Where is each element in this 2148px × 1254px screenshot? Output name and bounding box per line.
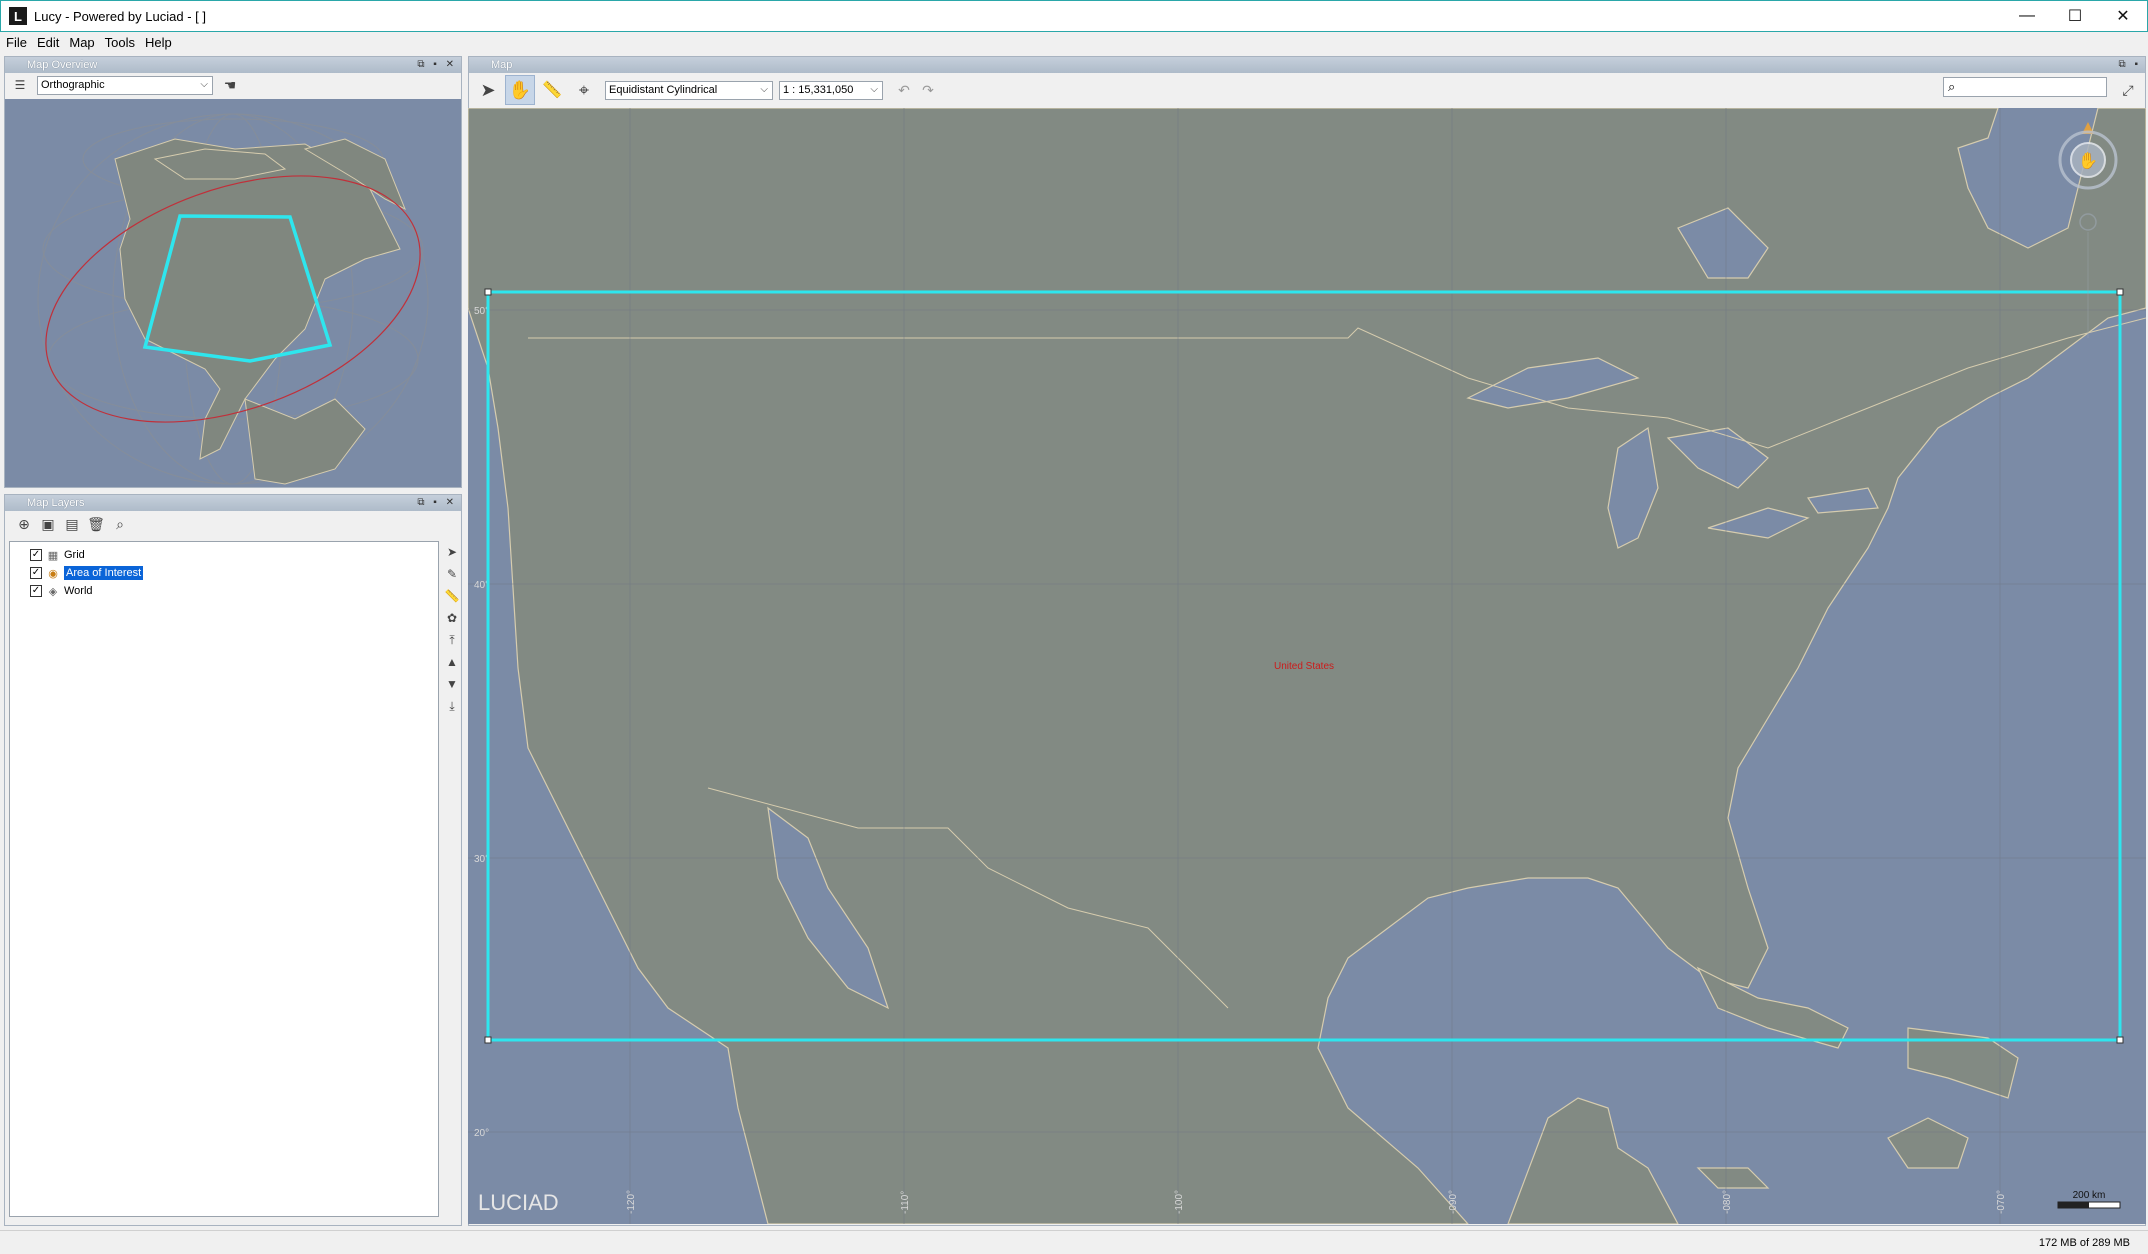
map-layers-title: Map Layers bbox=[27, 497, 85, 509]
redo-icon[interactable]: ↷ bbox=[917, 79, 939, 101]
new-layer-icon[interactable]: ▤ bbox=[61, 513, 83, 535]
panel-controls[interactable]: ⧉ ▪ bbox=[2119, 57, 2141, 73]
edit-icon[interactable]: ✎ bbox=[442, 563, 462, 585]
map-layers-header: Map Layers ⧉ ▪ ✕ bbox=[5, 495, 461, 511]
overview-projection-value: Orthographic bbox=[41, 79, 105, 91]
move-down-icon[interactable]: ▼ bbox=[442, 673, 462, 695]
lon-label: -090° bbox=[1448, 1190, 1459, 1214]
map-overview-header: Map Overview ⧉ ▪ ✕ bbox=[5, 57, 461, 73]
map-scale-value: 1 : 15,331,050 bbox=[783, 84, 854, 96]
app-icon: L bbox=[9, 7, 27, 25]
ruler-icon[interactable]: 📏 bbox=[442, 585, 462, 607]
measure-ruler-icon[interactable]: 📏 bbox=[537, 75, 567, 105]
map-overview-title: Map Overview bbox=[27, 59, 98, 71]
panel-controls[interactable]: ⧉ ▪ ✕ bbox=[417, 495, 457, 511]
chevron-down-icon: ⌵ bbox=[760, 83, 768, 95]
target-icon[interactable]: ⌖ bbox=[569, 75, 599, 105]
open-layer-icon[interactable]: ▣ bbox=[37, 513, 59, 535]
map-layers-panel: Map Layers ⧉ ▪ ✕ ⊕ ▣ ▤ 🗑 ⌕ ✓ ▦ Grid ✓ ◉ … bbox=[4, 494, 462, 1226]
move-top-icon[interactable]: ⤒ bbox=[442, 629, 462, 651]
map-canvas[interactable]: 50° 40° 30° 20° -120° -110° -100° -090° … bbox=[468, 108, 2146, 1224]
overview-projection-select[interactable]: Orthographic ⌵ bbox=[37, 75, 213, 95]
lon-label: -120° bbox=[626, 1190, 637, 1214]
grid-layer-icon: ▦ bbox=[47, 549, 59, 562]
overview-hand-icon[interactable]: ☚ bbox=[219, 74, 241, 96]
country-label: United States bbox=[1274, 661, 1334, 672]
layers-tree[interactable]: ✓ ▦ Grid ✓ ◉ Area of Interest ✓ ◈ World bbox=[9, 541, 439, 1217]
map-projection-select[interactable]: Equidistant Cylindrical ⌵ bbox=[605, 80, 773, 100]
pan-hand-icon[interactable]: ✋ bbox=[505, 75, 535, 105]
map-projection-value: Equidistant Cylindrical bbox=[609, 84, 718, 96]
checkbox-icon[interactable]: ✓ bbox=[30, 585, 42, 597]
pan-hand-icon: ✋ bbox=[2078, 151, 2098, 170]
menu-map[interactable]: Map bbox=[64, 35, 99, 50]
layer-row-grid[interactable]: ✓ ▦ Grid bbox=[10, 546, 438, 564]
minimize-button[interactable]: — bbox=[2003, 1, 2051, 31]
lon-label: -100° bbox=[1174, 1190, 1185, 1214]
select-arrow-icon[interactable]: ➤ bbox=[473, 75, 503, 105]
lon-label: -080° bbox=[1722, 1190, 1733, 1214]
zoom-layer-icon[interactable]: ⌕ bbox=[109, 513, 131, 535]
aoi-handle bbox=[2116, 288, 2124, 296]
map-title: Map bbox=[491, 59, 513, 71]
overview-list-icon[interactable]: ☰ bbox=[9, 74, 31, 96]
menu-edit[interactable]: Edit bbox=[32, 35, 64, 50]
shape-layer-icon: ◉ bbox=[48, 567, 58, 580]
search-icon: ⌕ bbox=[1948, 79, 1956, 94]
checkbox-icon[interactable]: ✓ bbox=[30, 549, 42, 561]
lon-label: -110° bbox=[900, 1191, 911, 1214]
select-icon[interactable]: ➤ bbox=[442, 541, 462, 563]
layer-label: World bbox=[64, 585, 93, 597]
panel-controls[interactable]: ⧉ ▪ ✕ bbox=[417, 57, 457, 73]
layer-label: Area of Interest bbox=[64, 566, 144, 580]
map-toolbar: ➤ ✋ 📏 ⌖ Equidistant Cylindrical ⌵ 1 : 15… bbox=[469, 73, 2145, 107]
maximize-button[interactable]: ☐ bbox=[2051, 1, 2099, 31]
close-button[interactable]: ✕ bbox=[2099, 1, 2147, 31]
layers-side-tools: ➤ ✎ 📏 ✿ ⤒ ▲ ▼ ⤓ bbox=[441, 541, 463, 1217]
move-up-icon[interactable]: ▲ bbox=[442, 651, 462, 673]
map-scale-select[interactable]: 1 : 15,331,050 ⌵ bbox=[779, 80, 883, 100]
overview-toolbar: ☰ Orthographic ⌵ ☚ bbox=[5, 73, 461, 97]
aoi-handle bbox=[2116, 1036, 2124, 1044]
chevron-down-icon: ⌵ bbox=[200, 78, 208, 90]
luciad-logo: LUCIAD bbox=[478, 1190, 559, 1215]
lat-label: 20° bbox=[474, 1128, 489, 1139]
status-bar: 172 MB of 289 MB bbox=[0, 1230, 2148, 1254]
aoi-handle bbox=[484, 1036, 492, 1044]
layer-row-world[interactable]: ✓ ◈ World bbox=[10, 582, 438, 600]
window-title: Lucy - Powered by Luciad - [ ] bbox=[34, 8, 206, 24]
checkbox-icon[interactable]: ✓ bbox=[30, 567, 42, 579]
add-layer-icon[interactable]: ⊕ bbox=[13, 513, 35, 535]
title-bar: L Lucy - Powered by Luciad - [ ] — ☐ ✕ bbox=[0, 0, 2148, 32]
menu-file[interactable]: File bbox=[0, 35, 32, 50]
map-header: Map ⧉ ▪ bbox=[469, 57, 2145, 73]
menu-tools[interactable]: Tools bbox=[100, 35, 140, 50]
menu-help[interactable]: Help bbox=[140, 35, 177, 50]
map-overview-panel: Map Overview ⧉ ▪ ✕ ☰ Orthographic ⌵ ☚ bbox=[4, 56, 462, 488]
memory-usage: 172 MB of 289 MB bbox=[2038, 1237, 2130, 1249]
search-field[interactable]: ⌕ bbox=[1943, 77, 2107, 97]
layer-row-area-of-interest[interactable]: ✓ ◉ Area of Interest bbox=[10, 564, 438, 582]
overview-globe[interactable] bbox=[5, 99, 461, 487]
delete-layer-icon[interactable]: 🗑 bbox=[85, 513, 107, 535]
world-layer-icon: ◈ bbox=[48, 585, 58, 598]
lon-label: -070° bbox=[1996, 1190, 2007, 1214]
map-svg[interactable]: 50° 40° 30° 20° -120° -110° -100° -090° … bbox=[468, 108, 2146, 1224]
layer-label: Grid bbox=[64, 549, 85, 561]
chevron-down-icon: ⌵ bbox=[870, 83, 878, 95]
undo-icon[interactable]: ↶ bbox=[893, 79, 915, 101]
search-input[interactable] bbox=[1964, 80, 2100, 94]
aoi-handle bbox=[484, 288, 492, 296]
style-icon[interactable]: ✿ bbox=[442, 607, 462, 629]
move-bottom-icon[interactable]: ⤓ bbox=[442, 695, 462, 717]
scale-bar-label: 200 km bbox=[2073, 1190, 2106, 1201]
menu-bar: File Edit Map Tools Help bbox=[0, 32, 2148, 52]
layers-toolbar: ⊕ ▣ ▤ 🗑 ⌕ bbox=[5, 511, 461, 537]
fullscreen-icon[interactable]: ⤢ bbox=[2117, 79, 2139, 101]
